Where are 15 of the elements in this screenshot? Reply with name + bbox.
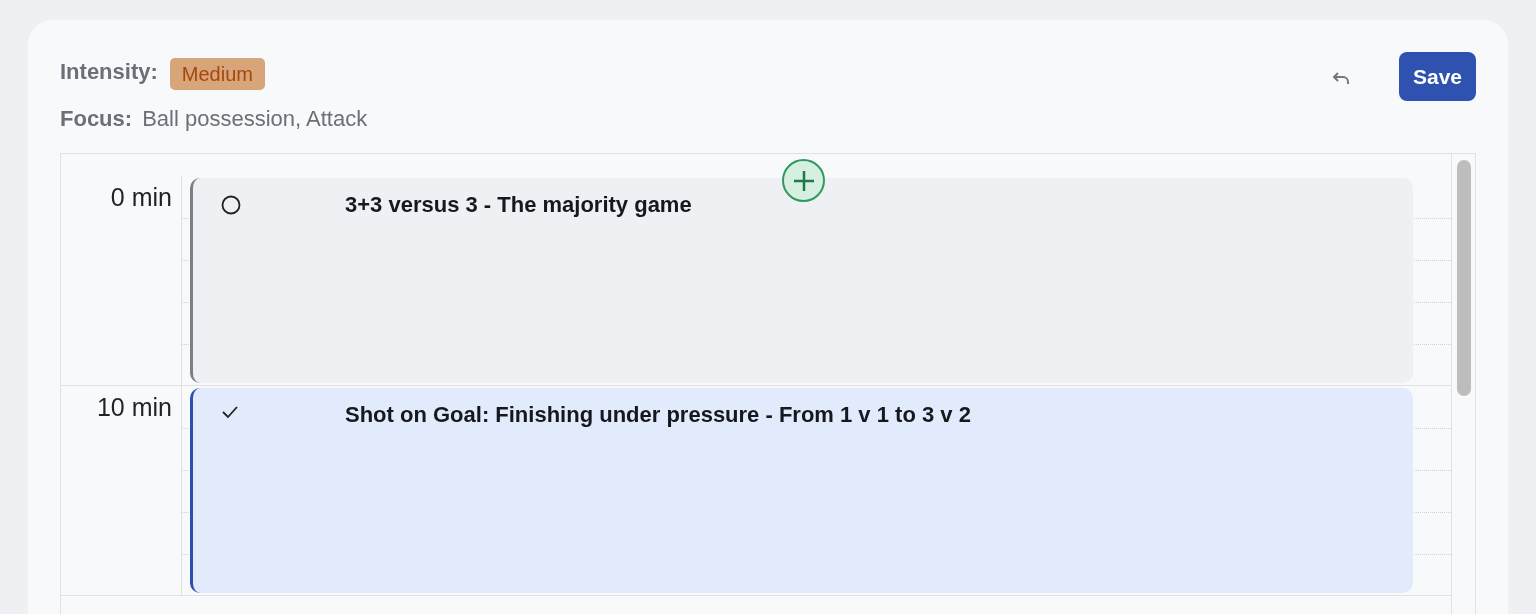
intensity-badge: Medium	[169, 58, 265, 90]
check-icon	[221, 405, 239, 419]
plus-icon	[791, 168, 816, 193]
circle-icon	[221, 195, 241, 215]
focus-value: Ball possession, Attack	[142, 105, 368, 133]
intensity-label: Intensity:	[60, 57, 158, 86]
activity-card[interactable]: Shot on Goal: Finishing under pressure - From 1 v 1 to 3 v 2	[190, 388, 1413, 593]
activity-card[interactable]: 3+3 versus 3 - The majority game	[190, 178, 1413, 383]
activity-title: Shot on Goal: Finishing under pressure - From 1 v 1 to 3 v 2	[345, 402, 971, 428]
scrollbar-thumb[interactable]	[1456, 160, 1471, 396]
time-label: 0 min	[110, 182, 172, 212]
save-button[interactable]: Save	[1399, 52, 1476, 101]
time-label: 10 min	[96, 392, 172, 422]
focus-label: Focus:	[60, 105, 133, 133]
activity-title: 3+3 versus 3 - The majority game	[345, 192, 692, 218]
